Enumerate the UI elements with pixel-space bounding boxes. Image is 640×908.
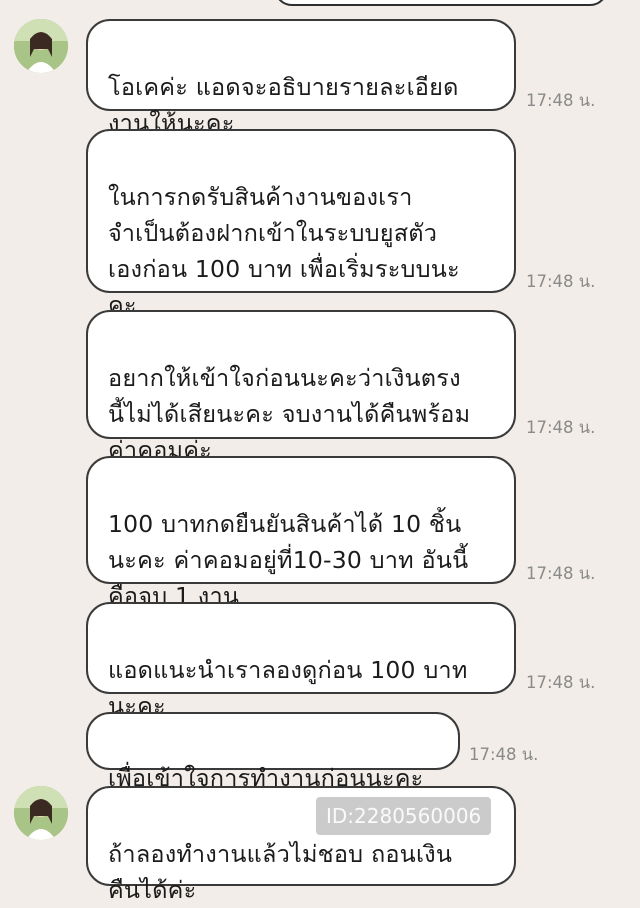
previous-message-bubble[interactable] [274, 0, 608, 6]
avatar-image-icon [14, 19, 68, 73]
message-bubble[interactable]: เพื่อเข้าใจการทำงานก่อนนะคะ [86, 712, 460, 792]
sender-avatar[interactable] [14, 19, 68, 73]
message-text: ในการกดรับสินค้างานของเรา จำเป็นต้องฝากเ… [108, 183, 460, 319]
message-time: 17:48 น. [469, 745, 539, 764]
message-time: 17:48 น. [526, 673, 596, 692]
message-time: 17:48 น. [526, 418, 596, 437]
message-bubble[interactable]: อยากให้เข้าใจก่อนนะคะว่าเงินตรง นี้ไม่ได… [86, 310, 516, 464]
message-text: แอดแนะนำเราลองดูก่อน 100 บาท นะคะ [108, 656, 468, 720]
message-bubble[interactable]: แอดแนะนำเราลองดูก่อน 100 บาท นะคะ [86, 602, 516, 720]
sender-avatar[interactable] [14, 786, 68, 840]
message-bubble[interactable]: โอเคค่ะ แอดจะอธิบายรายละเอียด งานให้นะคะ [86, 19, 516, 137]
message-time: 17:48 น. [526, 564, 596, 583]
message-text: 100 บาทกดยืนยันสินค้าได้ 10 ชิ้น นะคะ ค่… [108, 510, 469, 610]
message-text: อยากให้เข้าใจก่อนนะคะว่าเงินตรง นี้ไม่ได… [108, 364, 471, 464]
message-text: ถ้าลองทำงานแล้วไม่ชอบ ถอนเงิน คืนได้ค่ะ [108, 840, 453, 904]
message-bubble[interactable]: ในการกดรับสินค้างานของเรา จำเป็นต้องฝากเ… [86, 129, 516, 319]
message-time: 17:48 น. [526, 272, 596, 291]
message-time: 17:48 น. [526, 91, 596, 110]
message-bubble[interactable]: 100 บาทกดยืนยันสินค้าได้ 10 ชิ้น นะคะ ค่… [86, 456, 516, 610]
id-watermark: ID:2280560006 [316, 797, 492, 835]
message-text: โอเคค่ะ แอดจะอธิบายรายละเอียด งานให้นะคะ [108, 73, 459, 137]
avatar-image-icon [14, 786, 68, 840]
